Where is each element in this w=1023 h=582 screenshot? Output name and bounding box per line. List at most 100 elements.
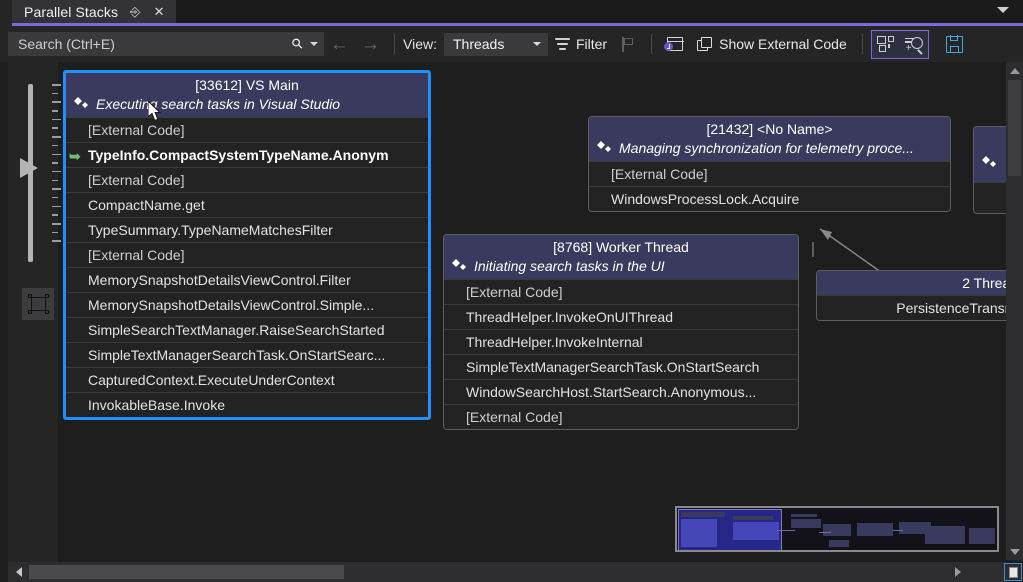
tasks-diamond-icon (597, 141, 612, 155)
panel-title: 2 Threads (817, 274, 1023, 293)
tab-parallel-stacks[interactable]: Parallel Stacks ⎆ ✕ (12, 0, 176, 26)
vertical-scroll-thumb[interactable] (1008, 80, 1021, 176)
stack-frame[interactable]: [External Code] (66, 117, 428, 142)
show-external-code-button[interactable]: Show External Code (690, 31, 854, 57)
vertical-scrollbar[interactable] (1006, 62, 1023, 560)
tab-label: Parallel Stacks (24, 4, 118, 20)
filter-icon (555, 38, 570, 50)
stack-panel-no-name[interactable]: [21432] <No Name> Managing synchronizati… (588, 116, 951, 212)
minimap-node (969, 528, 995, 544)
stack-panel-worker-thread[interactable]: [8768] Worker Thread Initiating search t… (443, 234, 799, 430)
tasks-diamond-icon (452, 259, 467, 273)
stack-frame[interactable]: [External Code] (444, 279, 798, 304)
panel-subtitle: Executing search tasks in Visual Studio (96, 96, 340, 112)
panel-title: [8768] Worker Thread (444, 238, 798, 257)
tasks-diamond-icon (74, 97, 89, 111)
panel-header: 2 Threads (817, 271, 1023, 295)
minimap-node (681, 519, 717, 547)
minimap-node (681, 512, 725, 517)
stack-frame[interactable]: [External Code] (589, 161, 950, 186)
stack-frame-label: TypeInfo.CompactSystemTypeName.Anonym (88, 147, 389, 163)
pin-icon[interactable]: ⎆ (128, 5, 142, 18)
search-dropdown-chevron-icon[interactable] (310, 42, 318, 46)
stack-frame[interactable]: [External Code] (444, 404, 798, 429)
frame-list: [External Code] ThreadHelper.InvokeOnUIT… (444, 279, 798, 429)
stack-frame[interactable]: SimpleSearchTextManager.RaiseSearchStart… (66, 317, 428, 342)
zoom-slider-thumb[interactable] (20, 158, 38, 178)
stack-frame[interactable]: [External Code] (66, 167, 428, 192)
frame-list: [External Code] WindowsProcessLock.Acqui… (589, 161, 950, 211)
auto-layout-button[interactable] (872, 31, 900, 58)
stack-frame[interactable]: WindowsProcessLock.Acquire (589, 186, 950, 211)
back-arrow-icon[interactable]: ← (324, 35, 355, 54)
stack-frame[interactable]: SimpleTextManagerSearchTask.OnStartSearc… (444, 354, 798, 379)
minimap-connector (777, 530, 795, 531)
horizontal-scrollbar[interactable] (8, 562, 1006, 582)
layout-toggle-group: + (871, 30, 929, 59)
stack-frame[interactable]: ThreadHelper.InvokeInternal (444, 329, 798, 354)
copy-windows-icon (697, 37, 713, 52)
fit-to-window-icon (31, 297, 46, 311)
toggle-overview-icon (1009, 567, 1018, 578)
stack-frame[interactable]: CapturedContext.ExecuteUnderContext (66, 367, 428, 392)
toolbar-separator-1 (394, 34, 395, 54)
flag-button[interactable] (614, 31, 643, 57)
auto-layout-icon (877, 36, 894, 52)
parallel-stacks-toolbar: Search (Ctrl+E) ⚲ ← → View: Threads Filt… (0, 26, 1023, 62)
zoom-rail (8, 62, 58, 582)
scroll-right-button[interactable] (949, 562, 966, 582)
tool-window-tabstrip: Parallel Stacks ⎆ ✕ (0, 0, 1023, 26)
stack-frame-current[interactable]: ➥ TypeInfo.CompactSystemTypeName.Anonym (66, 142, 428, 167)
minimap-connector (893, 530, 903, 531)
tabstrip-left-edge (0, 0, 12, 26)
stack-frame[interactable]: PersistenceTransmitte (817, 295, 1023, 320)
stack-frame[interactable]: [External Code] (66, 242, 428, 267)
save-button[interactable] (939, 31, 970, 57)
overview-minimap[interactable] (675, 506, 999, 552)
stack-frame[interactable]: InvokableBase.Invoke (66, 392, 428, 417)
frame-list: PersistenceTransmitte (817, 295, 1023, 320)
search-placeholder: Search (Ctrl+E) (18, 36, 293, 52)
stack-panel-vs-main[interactable]: [33612] VS Main Executing search tasks i… (63, 70, 431, 420)
toggle-overview-button[interactable] (1004, 563, 1022, 581)
filter-button[interactable]: Filter (548, 31, 614, 57)
triangle-up-icon (1010, 68, 1020, 74)
scroll-left-button[interactable] (10, 562, 27, 582)
scroll-up-button[interactable] (1006, 62, 1023, 79)
stack-frame[interactable]: SimpleTextManagerSearchTask.OnStartSearc… (66, 342, 428, 367)
stack-frame[interactable]: ThreadHelper.InvokeOnUIThread (444, 304, 798, 329)
window-method-icon (667, 37, 683, 51)
close-icon[interactable]: ✕ (152, 5, 166, 18)
panel-title: [21432] <No Name> (589, 120, 950, 139)
stack-diagram-canvas[interactable]: [33612] VS Main Executing search tasks i… (58, 62, 1023, 582)
search-input[interactable]: Search (Ctrl+E) ⚲ (8, 32, 324, 56)
chevron-down-icon[interactable] (997, 7, 1009, 13)
fit-to-window-button[interactable] (22, 288, 54, 320)
toggle-method-view-button[interactable] (660, 31, 690, 57)
horizontal-scroll-thumb[interactable] (29, 565, 344, 579)
stack-panel-two-threads[interactable]: 2 Threads PersistenceTransmitte (816, 270, 1023, 321)
panel-subtitle: Managing synchronization for telemetry p… (619, 140, 914, 156)
show-external-code-label: Show External Code (719, 36, 847, 52)
save-icon (946, 36, 963, 53)
minimap-node (829, 540, 849, 547)
zoom-find-button[interactable]: + (900, 31, 928, 58)
current-frame-arrow-icon: ➥ (69, 149, 81, 163)
triangle-left-icon (16, 567, 22, 577)
scroll-down-button[interactable] (1006, 543, 1023, 560)
panel-subtitle-row: Managing synchronization for telemetry p… (589, 139, 950, 159)
panel-title: [33612] VS Main (66, 76, 428, 95)
stack-frame[interactable]: TypeSummary.TypeNameMatchesFilter (66, 217, 428, 242)
panel-subtitle: Initiating search tasks in the UI (474, 258, 665, 274)
view-mode-value: Threads (453, 36, 504, 52)
triangle-down-icon (1010, 549, 1020, 555)
stack-frame[interactable]: CompactName.get (66, 192, 428, 217)
panel-subtitle-row: Executing search tasks in Visual Studio (66, 95, 428, 115)
forward-arrow-icon[interactable]: → (355, 35, 386, 54)
chevron-down-icon[interactable] (533, 42, 541, 46)
minimap-node (857, 523, 893, 536)
view-mode-select[interactable]: Threads (444, 33, 548, 56)
stack-frame[interactable]: WindowSearchHost.StartSearch.Anonymous..… (444, 379, 798, 404)
stack-frame[interactable]: MemorySnapshotDetailsViewControl.Simple.… (66, 292, 428, 317)
stack-frame[interactable]: MemorySnapshotDetailsViewControl.Filter (66, 267, 428, 292)
